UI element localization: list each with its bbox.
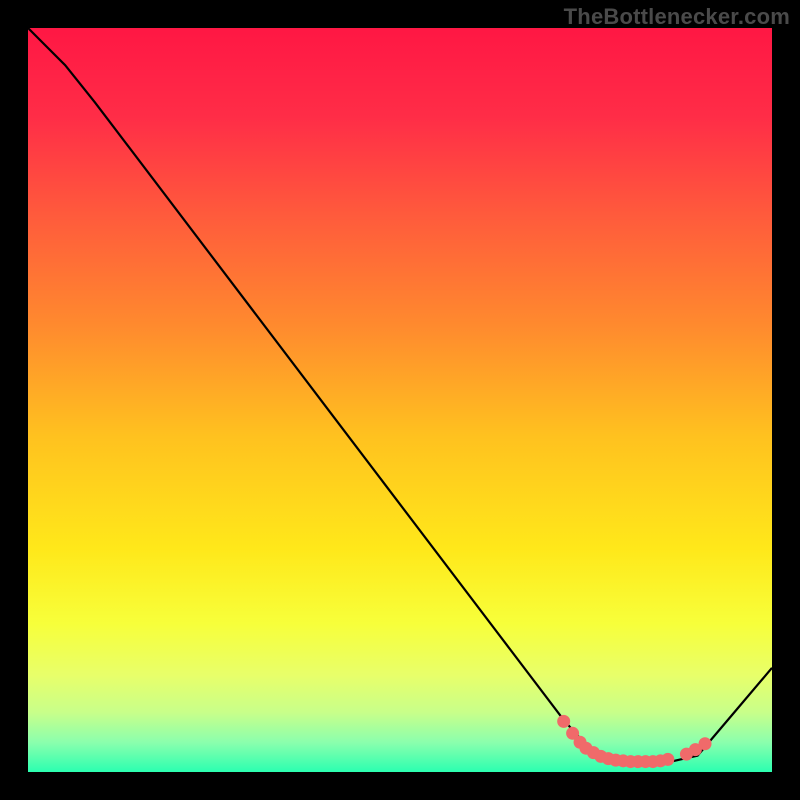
plot-area <box>28 28 772 772</box>
marker-dot <box>557 715 570 728</box>
gradient-background <box>28 28 772 772</box>
chart-frame: TheBottlenecker.com <box>0 0 800 800</box>
watermark-text: TheBottlenecker.com <box>564 4 790 30</box>
marker-dot <box>661 753 674 766</box>
marker-dot <box>699 737 712 750</box>
chart-svg <box>28 28 772 772</box>
